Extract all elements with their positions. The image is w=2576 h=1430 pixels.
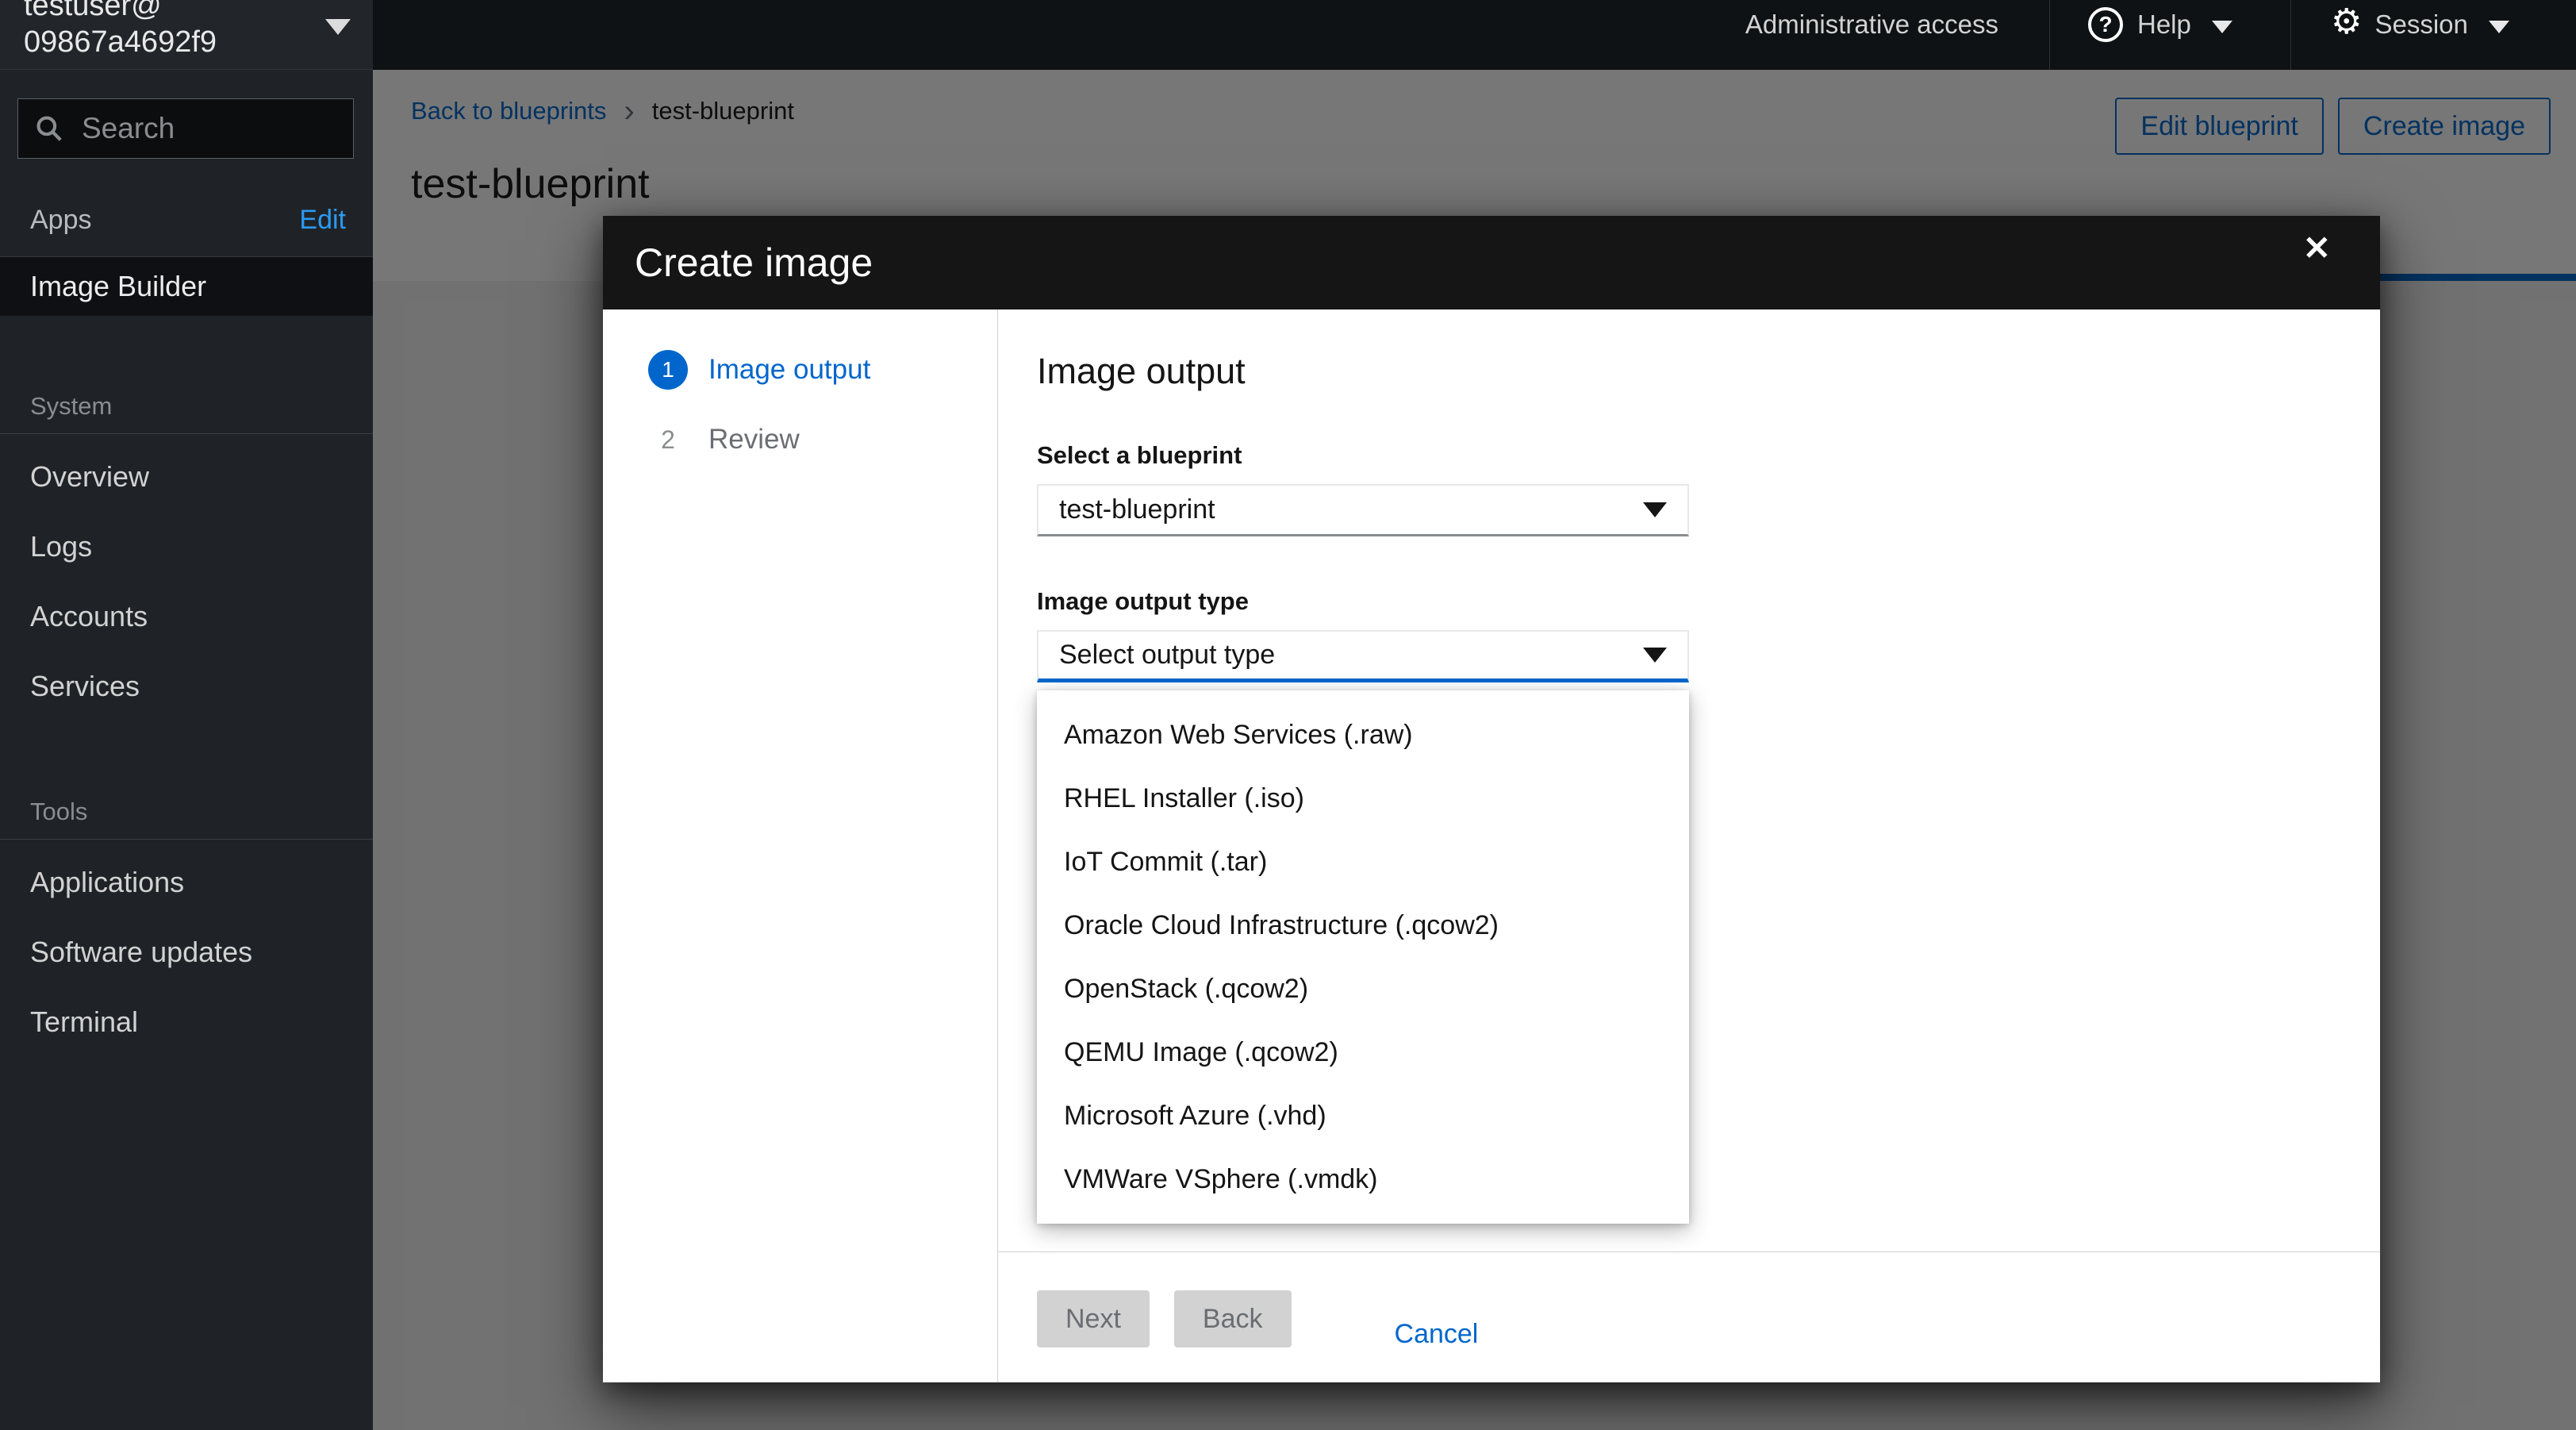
option-oracle-cloud-infrastructure[interactable]: Oracle Cloud Infrastructure (.qcow2) [1037, 894, 1689, 957]
apps-header: Apps Edit [0, 205, 373, 256]
search-input[interactable] [82, 112, 337, 145]
next-button[interactable]: Next [1037, 1290, 1150, 1347]
sidebar-item-software-updates[interactable]: Software updates [0, 917, 373, 987]
option-openstack[interactable]: OpenStack (.qcow2) [1037, 957, 1689, 1021]
chevron-down-icon [2211, 21, 2232, 33]
option-microsoft-azure[interactable]: Microsoft Azure (.vhd) [1037, 1084, 1689, 1147]
blueprint-form-group: Select a blueprint test-blueprint [1037, 441, 2380, 536]
create-image-modal: Create image ✕ 1 Image output 2 Review I… [603, 216, 2380, 1382]
help-menu[interactable]: ? Help [2049, 0, 2290, 70]
search-box [17, 98, 354, 159]
sidebar: testuser@ 09867a4692f9 Apps Edit Image B… [0, 0, 373, 1430]
output-type-form-group: Image output type Select output type Ama… [1037, 587, 2380, 1224]
option-amazon-web-services[interactable]: Amazon Web Services (.raw) [1037, 703, 1689, 767]
section-title-system: System [0, 392, 373, 434]
sidebar-section-tools: Tools Applications Software updates Term… [0, 798, 373, 1057]
administrative-access-toggle[interactable]: Administrative access [1714, 0, 2049, 70]
wizard-footer: Next Back Cancel [998, 1251, 2380, 1382]
sidebar-section-system: System Overview Logs Accounts Services [0, 392, 373, 721]
masthead: Administrative access ? Help ⚙ Session [373, 0, 2576, 70]
output-type-select[interactable]: Select output type [1037, 630, 1689, 682]
administrative-access-label: Administrative access [1745, 10, 1998, 39]
step-number: 2 [661, 425, 675, 454]
help-label: Help [2137, 10, 2191, 39]
close-icon[interactable]: ✕ [2286, 221, 2348, 275]
sidebar-item-overview[interactable]: Overview [0, 442, 373, 512]
output-type-menu: Amazon Web Services (.raw) RHEL Installe… [1037, 690, 1689, 1224]
wizard-body: Image output Select a blueprint test-blu… [998, 309, 2380, 1382]
gear-icon: ⚙ [2331, 2, 2363, 41]
wizard-step-review[interactable]: 2 Review [648, 416, 997, 463]
session-label: Session [2374, 10, 2468, 39]
apps-label: Apps [30, 205, 92, 235]
modal-title: Create image [635, 240, 873, 285]
chevron-down-icon [2488, 21, 2509, 33]
option-iot-commit[interactable]: IoT Commit (.tar) [1037, 830, 1689, 894]
chevron-down-icon [325, 19, 351, 35]
output-type-select-label: Image output type [1037, 587, 1249, 615]
back-button[interactable]: Back [1173, 1290, 1292, 1347]
option-rhel-installer[interactable]: RHEL Installer (.iso) [1037, 767, 1689, 830]
step-label: Image output [708, 354, 871, 385]
modal-header: Create image ✕ [603, 216, 2380, 309]
cancel-button[interactable]: Cancel [1395, 1319, 1479, 1350]
sidebar-nav: Image Builder System Overview Logs Accou… [0, 256, 373, 1057]
caret-down-icon [1643, 502, 1667, 517]
step-number-badge: 1 [648, 350, 688, 390]
wizard-step-image-output[interactable]: 1 Image output [648, 346, 997, 394]
sidebar-item-terminal[interactable]: Terminal [0, 987, 373, 1057]
option-qemu-image[interactable]: QEMU Image (.qcow2) [1037, 1021, 1689, 1084]
session-menu[interactable]: ⚙ Session [2290, 0, 2576, 70]
user-host: 09867a4692f9 [24, 25, 217, 59]
section-title-tools: Tools [0, 798, 373, 840]
output-type-select-value: Select output type [1059, 640, 1276, 670]
sidebar-item-applications[interactable]: Applications [0, 848, 373, 917]
blueprint-select[interactable]: test-blueprint [1037, 484, 1689, 536]
sidebar-item-image-builder[interactable]: Image Builder [0, 257, 373, 316]
sidebar-item-logs[interactable]: Logs [0, 512, 373, 582]
user-identity: testuser@ 09867a4692f9 [24, 0, 217, 60]
option-vmware-vsphere[interactable]: VMWare VSphere (.vmdk) [1037, 1147, 1689, 1211]
help-icon: ? [2088, 7, 2123, 42]
sidebar-item-accounts[interactable]: Accounts [0, 582, 373, 652]
wizard-content: Image output Select a blueprint test-blu… [998, 309, 2380, 1251]
sidebar-item-services[interactable]: Services [0, 652, 373, 721]
apps-edit-link[interactable]: Edit [299, 205, 346, 236]
user-name: testuser@ [24, 0, 162, 22]
cockpit-shell: testuser@ 09867a4692f9 Apps Edit Image B… [0, 0, 2576, 1430]
wizard: 1 Image output 2 Review Image output Sel… [603, 309, 2380, 1382]
blueprint-select-label: Select a blueprint [1037, 441, 1242, 469]
wizard-steps-nav: 1 Image output 2 Review [603, 309, 998, 1382]
blueprint-select-value: test-blueprint [1059, 494, 1215, 525]
caret-down-icon [1643, 648, 1667, 663]
step-label: Review [708, 424, 800, 455]
search-icon [36, 116, 62, 141]
wizard-heading: Image output [1037, 351, 1246, 391]
user-menu[interactable]: testuser@ 09867a4692f9 [0, 0, 373, 70]
